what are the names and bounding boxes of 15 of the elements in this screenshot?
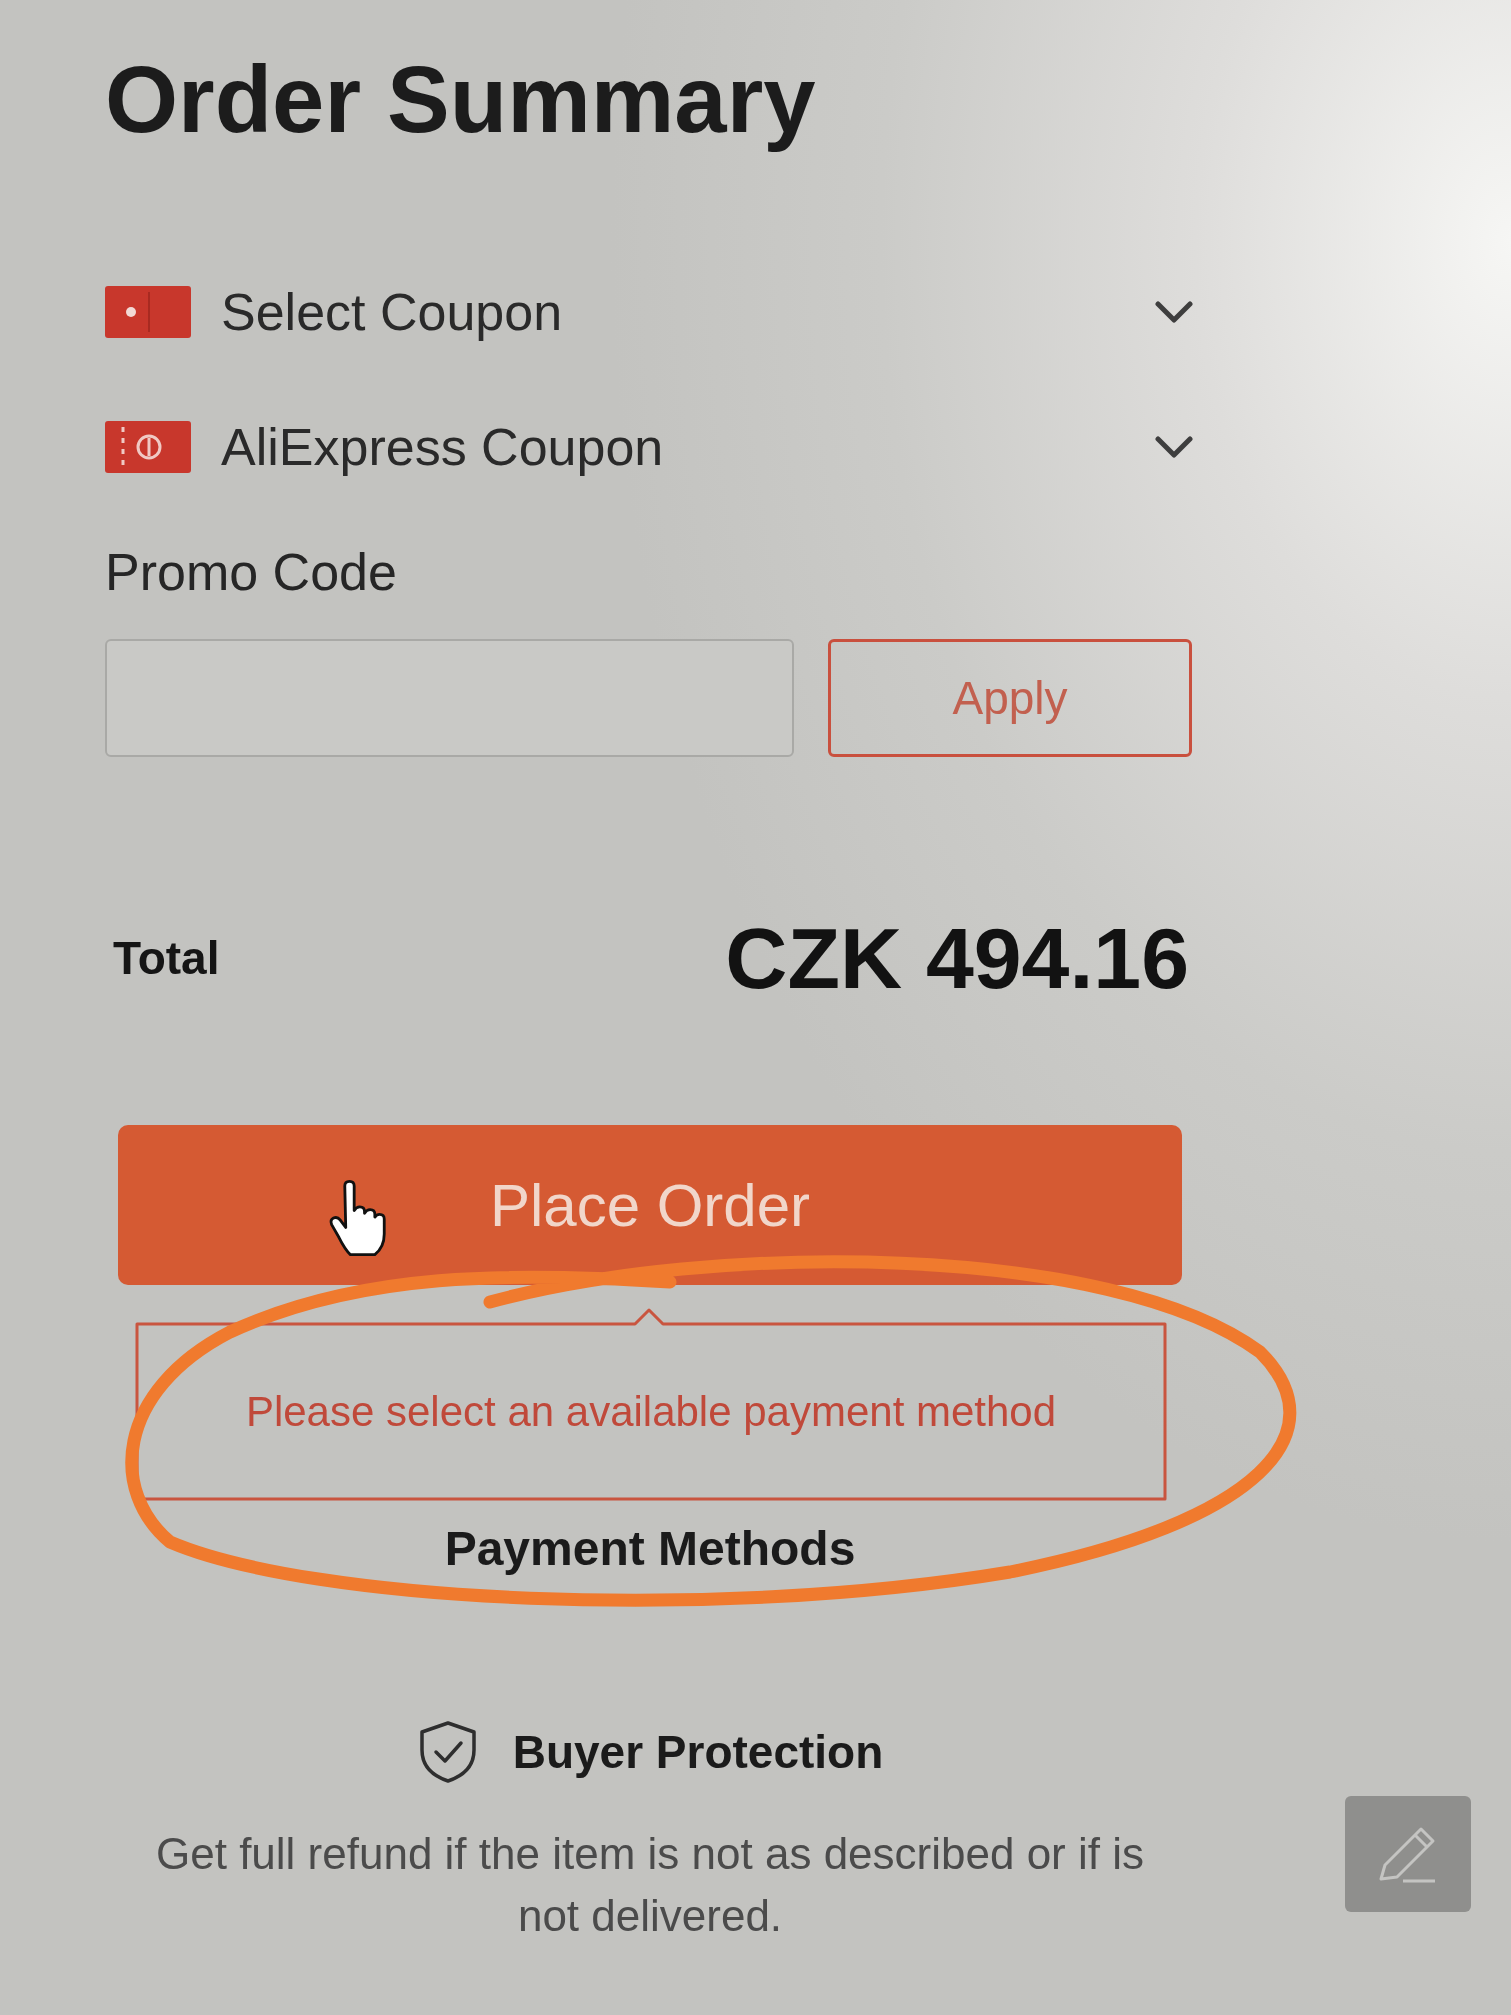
coupon-ticket-icon: [105, 286, 191, 338]
payment-methods-heading: Payment Methods: [444, 1521, 856, 1577]
chevron-down-icon[interactable]: [1155, 436, 1193, 458]
promo-code-field[interactable]: [105, 639, 794, 757]
coupon-label[interactable]: AliExpress Coupon: [221, 417, 664, 477]
total-amount: CZK 494.16: [725, 908, 1190, 1008]
buyer-protection-title: Buyer Protection: [512, 1725, 884, 1779]
chevron-down-icon[interactable]: [1155, 301, 1193, 323]
error-message: Please select an available payment method: [245, 1388, 1057, 1436]
total-label: Total: [112, 931, 220, 985]
coupon-ticket-icon: [105, 421, 191, 473]
buyer-protection-description: Get full refund if the item is not as described or if is not delivered.: [155, 1828, 1145, 1942]
promo-code-label: Promo Code: [105, 542, 397, 602]
page-title: Order Summary: [105, 50, 816, 150]
coupon-label[interactable]: Select Coupon: [221, 282, 563, 342]
